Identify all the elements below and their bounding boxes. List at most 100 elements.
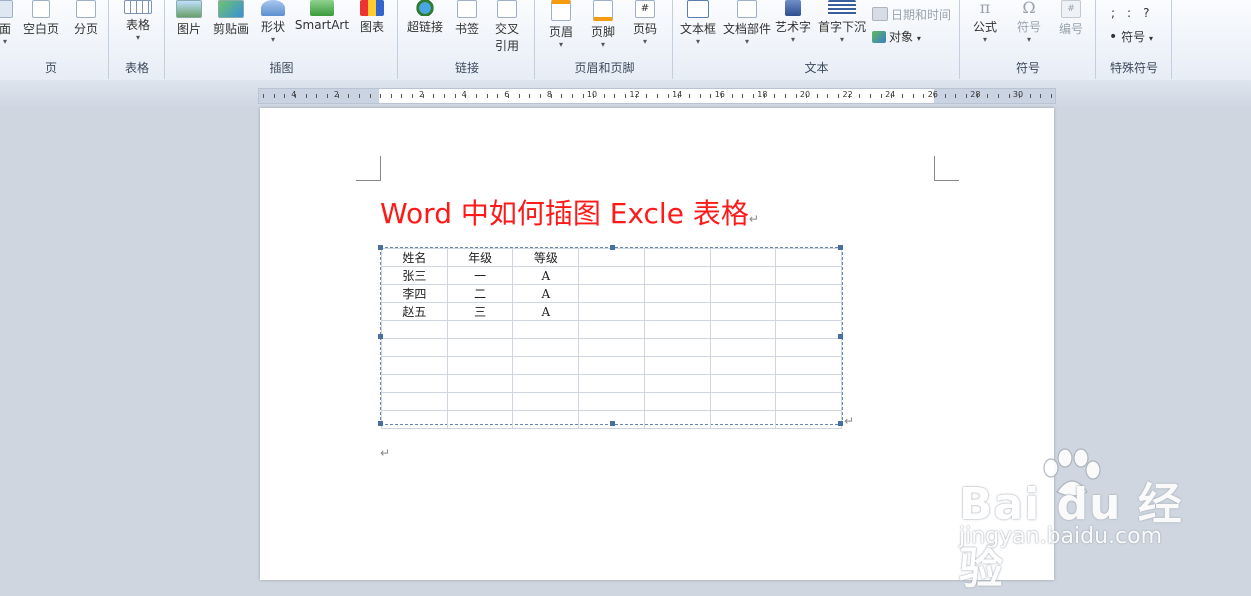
picture-button[interactable]: 图片 <box>172 0 206 37</box>
hyperlink-button[interactable]: 超链接 <box>404 0 446 35</box>
table-cell[interactable]: 赵五 <box>381 302 448 321</box>
resize-handle-bottom[interactable] <box>610 421 615 426</box>
cover-page-button[interactable]: 面 ▾ <box>0 0 16 47</box>
table-cell[interactable] <box>709 302 777 321</box>
document-page[interactable]: Word 中如何插图 Excle 表格↵ 姓名 年级 等级 张三一 A 李四二 A 赵五三 A … <box>260 108 1054 580</box>
table-cell[interactable] <box>578 320 645 339</box>
table-cell[interactable]: 李四 <box>381 284 448 303</box>
table-cell[interactable] <box>709 392 777 411</box>
document-title[interactable]: Word 中如何插图 Excle 表格↵ <box>380 192 759 232</box>
question-symbol[interactable]: ? <box>1143 6 1161 20</box>
table-cell[interactable] <box>446 392 514 411</box>
resize-handle-bottom-right[interactable] <box>838 421 843 426</box>
table-cell[interactable] <box>775 284 842 303</box>
table-cell[interactable] <box>709 266 777 285</box>
bookmark-button[interactable]: 书签 <box>450 0 484 37</box>
table-cell[interactable] <box>381 410 448 429</box>
table-cell[interactable] <box>643 338 711 357</box>
cross-reference-button[interactable]: 交叉引用 <box>490 0 524 54</box>
horizontal-ruler[interactable]: 4 2 2 4 6 8 10 12 14 16 18 20 22 24 26 28 30 <box>258 88 1056 104</box>
table-cell[interactable]: A <box>512 284 580 303</box>
table-cell[interactable] <box>381 338 448 357</box>
object-button[interactable]: 对象 ▾ <box>872 28 921 45</box>
table-cell[interactable] <box>643 248 711 267</box>
table-cell[interactable] <box>381 320 448 339</box>
table-cell[interactable] <box>578 266 645 285</box>
table-cell[interactable]: A <box>512 302 580 321</box>
symbol-button[interactable]: Ω 符号 ▾ <box>1009 0 1049 45</box>
table-cell[interactable] <box>709 248 777 267</box>
page-break-button[interactable]: 分页 <box>66 0 106 37</box>
blank-page-button[interactable]: 空白页 <box>20 0 62 37</box>
resize-handle-right[interactable] <box>838 334 843 339</box>
table-cell[interactable] <box>512 356 580 375</box>
page-number-button[interactable]: # 页码 ▾ <box>625 0 665 47</box>
table-cell[interactable] <box>643 266 711 285</box>
table-cell[interactable] <box>381 356 448 375</box>
table-cell[interactable] <box>643 320 711 339</box>
table-cell[interactable]: A <box>512 266 580 285</box>
footer-button[interactable]: 页脚 ▾ <box>583 0 623 50</box>
table-cell[interactable] <box>775 302 842 321</box>
resize-handle-top-right[interactable] <box>838 245 843 250</box>
table-cell[interactable]: 三 <box>446 302 514 321</box>
header-button[interactable]: 页眉 ▾ <box>541 0 581 50</box>
table-cell[interactable] <box>512 320 580 339</box>
table-cell[interactable] <box>775 338 842 357</box>
resize-handle-top[interactable] <box>610 245 615 250</box>
table-cell[interactable]: 姓名 <box>381 248 448 267</box>
table-cell[interactable] <box>446 356 514 375</box>
table-cell[interactable] <box>775 410 842 429</box>
table-cell[interactable] <box>512 410 580 429</box>
table-cell[interactable] <box>578 356 645 375</box>
table-cell[interactable] <box>578 248 645 267</box>
table-cell[interactable] <box>775 266 842 285</box>
table-cell[interactable] <box>578 302 645 321</box>
table-cell[interactable] <box>578 392 645 411</box>
numbering-button[interactable]: # 编号 <box>1051 0 1091 37</box>
table-cell[interactable] <box>775 374 842 393</box>
table-cell[interactable] <box>643 374 711 393</box>
table-cell[interactable] <box>381 392 448 411</box>
date-time-button[interactable]: 日期和时间 <box>872 6 951 23</box>
table-cell[interactable] <box>381 374 448 393</box>
table-cell[interactable] <box>709 284 777 303</box>
table-cell[interactable] <box>578 338 645 357</box>
table-cell[interactable] <box>709 338 777 357</box>
table-cell[interactable] <box>578 374 645 393</box>
embedded-excel-object[interactable]: 姓名 年级 等级 张三一 A 李四二 A 赵五三 A <box>378 245 843 429</box>
special-symbol-button[interactable]: • 符号 ▾ <box>1109 28 1153 45</box>
table-button[interactable]: 表格 ▾ <box>118 0 158 43</box>
table-cell[interactable] <box>709 410 777 429</box>
shapes-button[interactable]: 形状 ▾ <box>256 0 290 45</box>
table-cell[interactable] <box>709 374 777 393</box>
resize-handle-bottom-left[interactable] <box>378 421 383 426</box>
table-cell[interactable] <box>775 248 842 267</box>
colon-symbol[interactable]: : <box>1127 6 1143 20</box>
table-cell[interactable] <box>643 392 711 411</box>
drop-cap-button[interactable]: 首字下沉 ▾ <box>816 0 868 45</box>
smartart-button[interactable]: SmartArt <box>294 0 350 32</box>
semicolon-symbol[interactable]: ; <box>1111 6 1127 20</box>
table-cell[interactable]: 等级 <box>512 248 580 267</box>
quick-parts-button[interactable]: 文档部件 ▾ <box>722 0 772 47</box>
table-cell[interactable]: 二 <box>446 284 514 303</box>
textbox-button[interactable]: 文本框 ▾ <box>678 0 718 47</box>
table-cell[interactable] <box>643 410 711 429</box>
table-cell[interactable] <box>643 284 711 303</box>
table-cell[interactable] <box>775 320 842 339</box>
table-cell[interactable] <box>512 392 580 411</box>
table-cell[interactable] <box>446 320 514 339</box>
clipart-button[interactable]: 剪贴画 <box>210 0 252 37</box>
resize-handle-left[interactable] <box>378 334 383 339</box>
table-cell[interactable] <box>578 284 645 303</box>
wordart-button[interactable]: 艺术字 ▾ <box>774 0 812 45</box>
table-cell[interactable] <box>512 338 580 357</box>
table-cell[interactable] <box>709 356 777 375</box>
equation-button[interactable]: π 公式 ▾ <box>965 0 1005 45</box>
table-cell[interactable] <box>643 302 711 321</box>
table-cell[interactable] <box>446 374 514 393</box>
table-cell[interactable]: 张三 <box>381 266 448 285</box>
table-cell[interactable] <box>775 356 842 375</box>
table-cell[interactable] <box>512 374 580 393</box>
